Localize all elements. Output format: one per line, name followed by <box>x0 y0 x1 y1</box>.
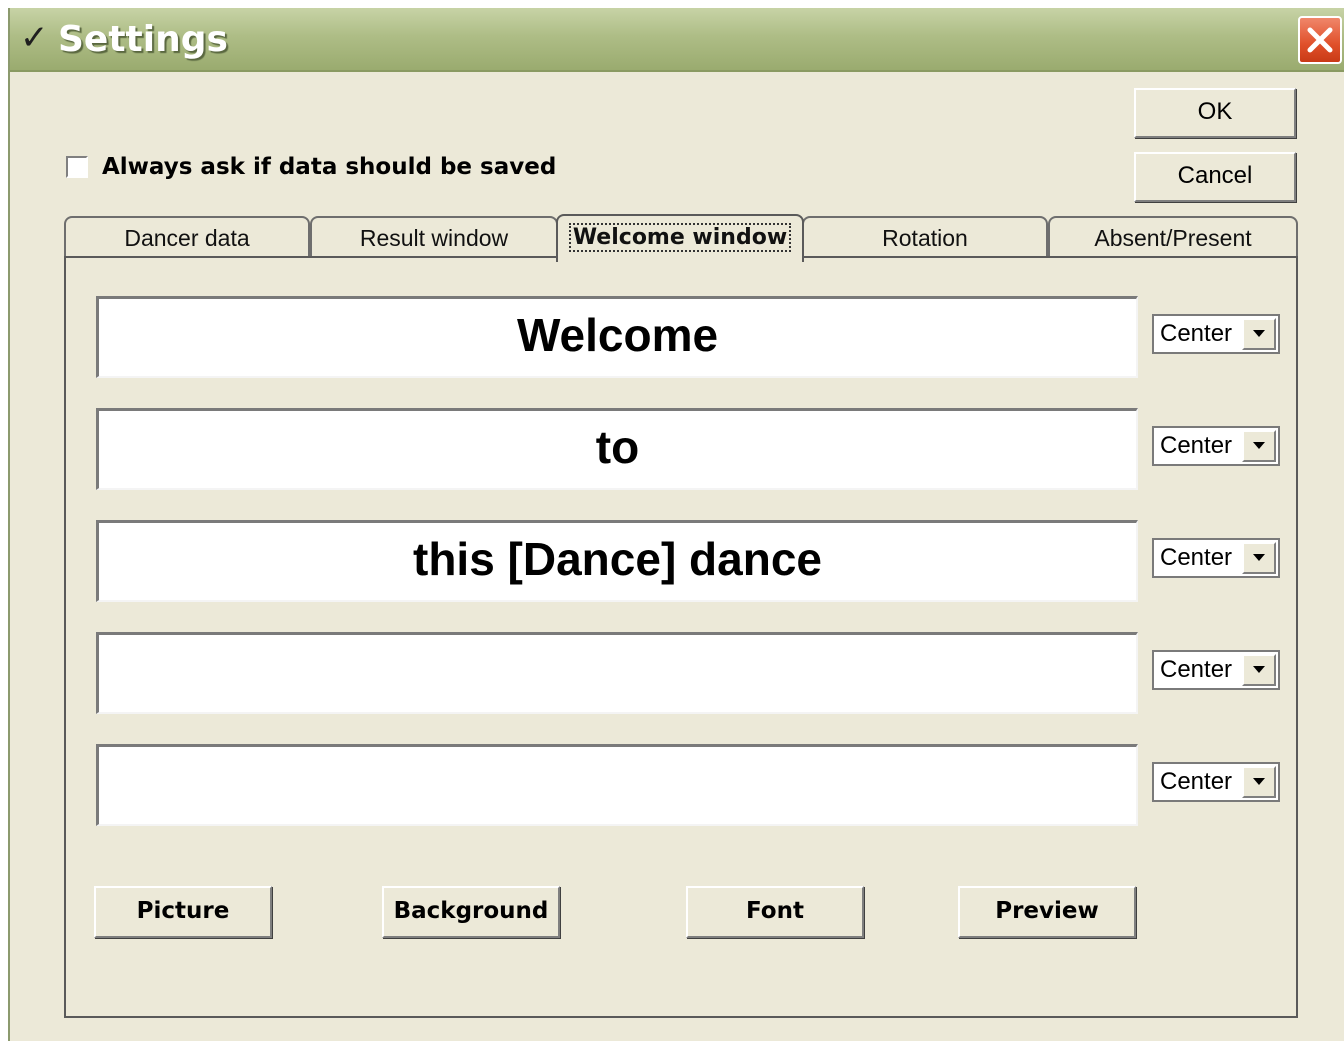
always-ask-checkbox[interactable] <box>66 156 88 178</box>
cancel-button[interactable]: Cancel <box>1134 152 1296 202</box>
dropdown-button[interactable] <box>1242 542 1276 574</box>
preview-button[interactable]: Preview <box>958 886 1136 938</box>
picture-button[interactable]: Picture <box>94 886 272 938</box>
tab-result-window[interactable]: Result window <box>310 216 558 258</box>
title-bar[interactable]: ✓ Settings <box>10 8 1344 72</box>
welcome-line-1-input[interactable]: Welcome <box>96 296 1138 378</box>
tab-rotation[interactable]: Rotation <box>802 216 1048 258</box>
line-5-align-select[interactable]: Center <box>1152 762 1280 802</box>
align-value: Center <box>1160 432 1233 459</box>
tab-label: Dancer data <box>124 225 250 251</box>
welcome-line-5-input[interactable] <box>96 744 1138 826</box>
line-3-align-select[interactable]: Center <box>1152 538 1280 578</box>
ok-button[interactable]: OK <box>1134 88 1296 138</box>
dropdown-button[interactable] <box>1242 654 1276 686</box>
dropdown-button[interactable] <box>1242 766 1276 798</box>
checkmark-icon: ✓ <box>20 18 49 58</box>
line-1-align-select[interactable]: Center <box>1152 314 1280 354</box>
align-value: Center <box>1160 768 1233 795</box>
line-2-align-select[interactable]: Center <box>1152 426 1280 466</box>
font-button[interactable]: Font <box>686 886 864 938</box>
welcome-line-2-input[interactable]: to <box>96 408 1138 490</box>
tab-label: Absent/Present <box>1094 225 1252 251</box>
tab-label: Rotation <box>882 225 968 251</box>
close-button[interactable] <box>1298 16 1342 64</box>
settings-dialog: ✓ Settings OK Cancel Always ask if data … <box>8 8 1344 1041</box>
tab-dancer-data[interactable]: Dancer data <box>64 216 310 258</box>
window-title: Settings <box>58 19 228 60</box>
tab-welcome-window[interactable]: Welcome window <box>556 214 804 262</box>
welcome-line-3-input[interactable]: this [Dance] dance <box>96 520 1138 602</box>
tab-label: Result window <box>359 225 509 251</box>
align-value: Center <box>1160 320 1233 347</box>
tab-label: Welcome window <box>568 223 792 252</box>
chevron-down-icon <box>1253 442 1265 449</box>
chevron-down-icon <box>1253 330 1265 337</box>
dropdown-button[interactable] <box>1242 430 1276 462</box>
chevron-down-icon <box>1253 666 1265 673</box>
chevron-down-icon <box>1253 554 1265 561</box>
align-value: Center <box>1160 656 1233 683</box>
always-ask-label: Always ask if data should be saved <box>102 154 557 180</box>
tab-absent-present[interactable]: Absent/Present <box>1048 216 1298 258</box>
close-x-icon <box>1307 27 1333 53</box>
background-button[interactable]: Background <box>382 886 560 938</box>
align-value: Center <box>1160 544 1233 571</box>
chevron-down-icon <box>1253 778 1265 785</box>
line-4-align-select[interactable]: Center <box>1152 650 1280 690</box>
welcome-line-4-input[interactable] <box>96 632 1138 714</box>
dropdown-button[interactable] <box>1242 318 1276 350</box>
